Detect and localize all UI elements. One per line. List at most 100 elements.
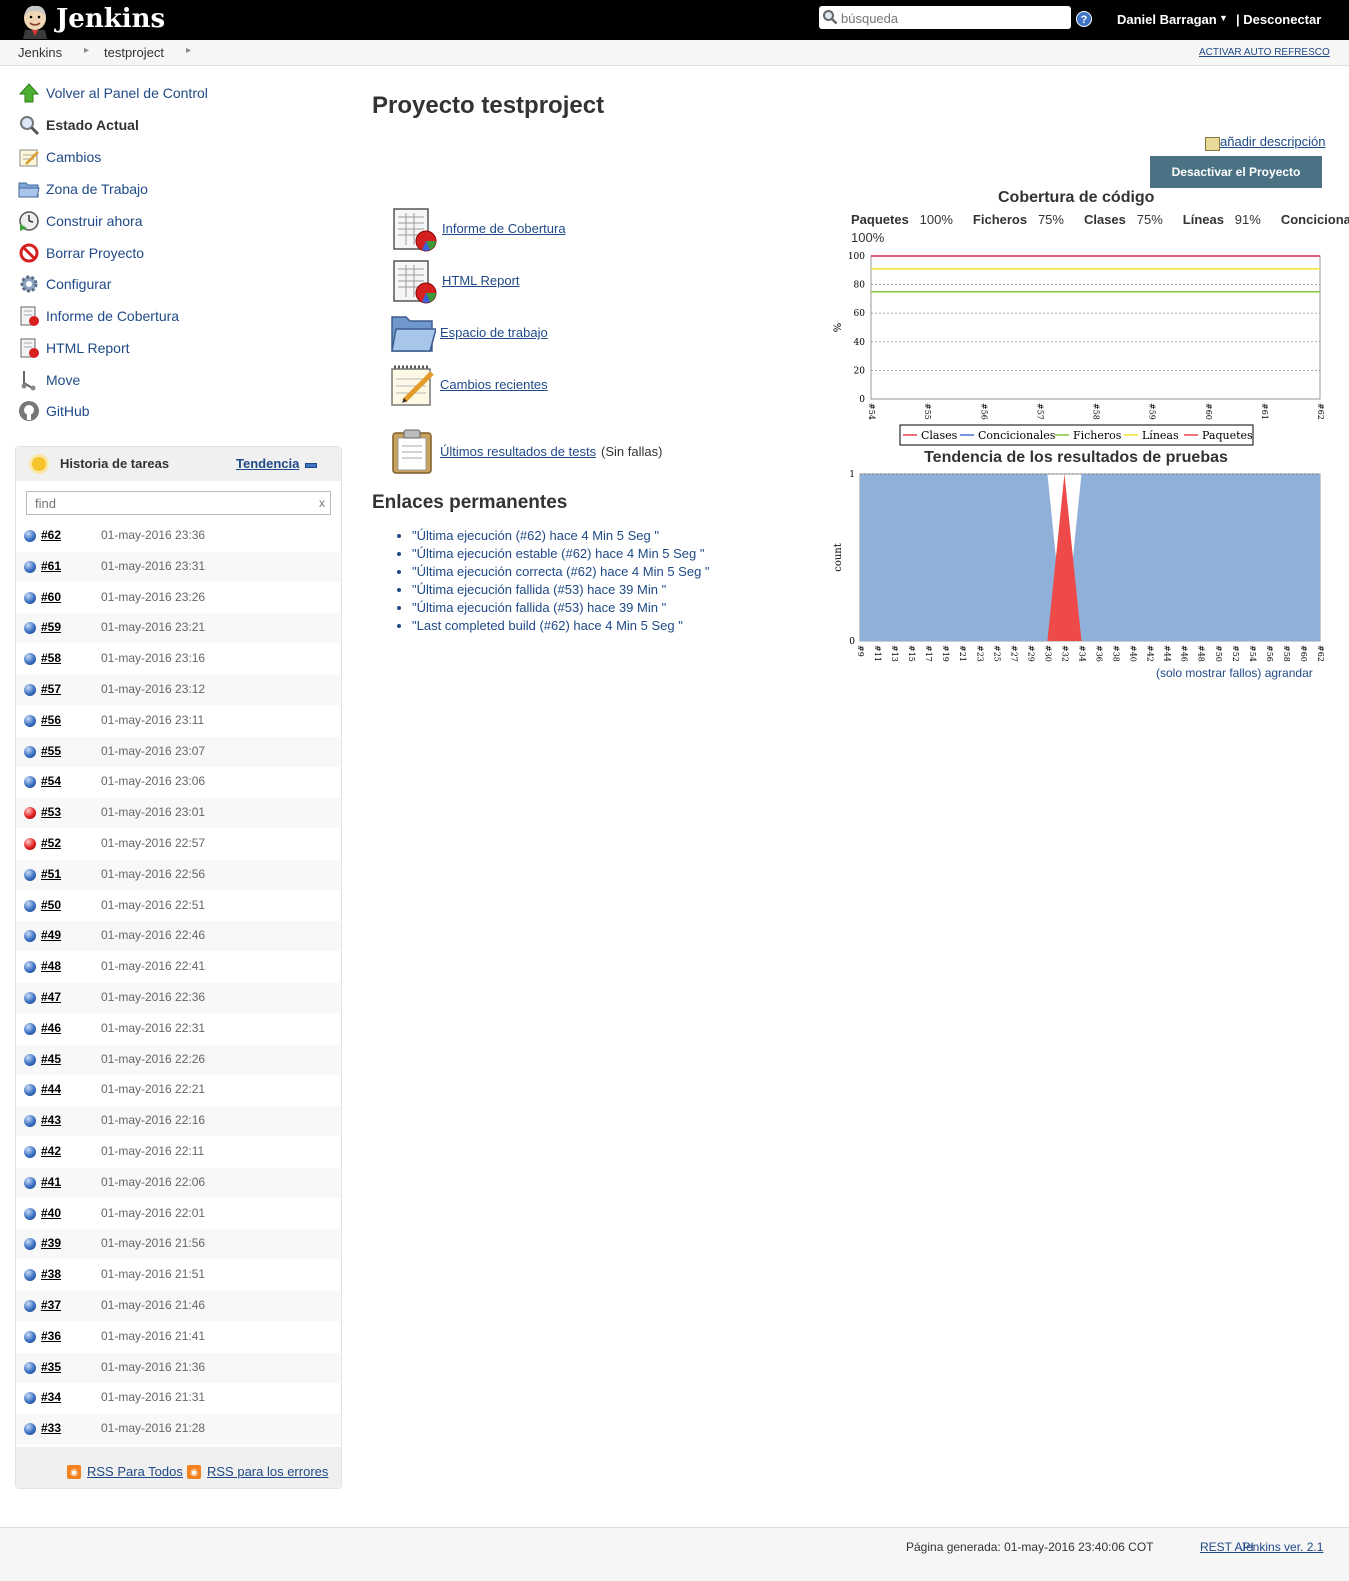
build-row[interactable]: #34 01-may-2016 21:31 [16, 1383, 341, 1413]
build-number-link[interactable]: #35 [41, 1360, 61, 1374]
build-row[interactable]: #44 01-may-2016 22:21 [16, 1075, 341, 1105]
main-link-label[interactable]: Cambios recientes [440, 377, 548, 392]
search-input[interactable] [839, 8, 1068, 28]
collapse-icon[interactable] [305, 463, 317, 468]
build-row[interactable]: #40 01-may-2016 22:01 [16, 1199, 341, 1229]
build-number-link[interactable]: #46 [41, 1021, 61, 1035]
build-number-link[interactable]: #57 [41, 682, 61, 696]
build-row[interactable]: #50 01-may-2016 22:51 [16, 891, 341, 921]
main-link-label[interactable]: HTML Report [442, 273, 520, 288]
permalink[interactable]: "Última ejecución estable (#62) hace 4 M… [412, 546, 705, 561]
rss-failures-link[interactable]: RSS para los errores [207, 1464, 328, 1479]
build-row[interactable]: #35 01-may-2016 21:36 [16, 1352, 341, 1383]
breadcrumb-chevron-icon[interactable]: ▸ [84, 45, 89, 56]
build-row[interactable]: #39 01-may-2016 21:56 [16, 1229, 341, 1260]
test-trend-chart[interactable]: Tendencia de los resultados de pruebas 0 1… [829, 444, 1329, 666]
build-number-link[interactable]: #55 [41, 744, 61, 758]
build-number-link[interactable]: #56 [41, 713, 61, 727]
rss-all-link[interactable]: RSS Para Todos [87, 1464, 183, 1479]
build-number-link[interactable]: #62 [41, 528, 61, 542]
build-row[interactable]: #61 01-may-2016 23:31 [16, 551, 341, 582]
task-label[interactable]: Cambios [46, 149, 101, 165]
build-row[interactable]: #53 01-may-2016 23:01 [16, 798, 341, 829]
build-number-link[interactable]: #52 [41, 836, 61, 850]
task-label[interactable]: Configurar [46, 276, 111, 292]
chevron-down-icon[interactable]: ▼ [1219, 13, 1228, 23]
build-row[interactable]: #36 01-may-2016 21:41 [16, 1322, 341, 1352]
trend-link[interactable]: Tendencia [236, 456, 299, 471]
breadcrumb-chevron-icon[interactable]: ▸ [186, 45, 191, 56]
build-row[interactable]: #45 01-may-2016 22:26 [16, 1044, 341, 1075]
build-number-link[interactable]: #53 [41, 805, 61, 819]
build-number-link[interactable]: #60 [41, 590, 61, 604]
breadcrumb-project[interactable]: testproject [104, 45, 164, 60]
build-row[interactable]: #57 01-may-2016 23:12 [16, 675, 341, 705]
add-description-link[interactable]: añadir descripción [1206, 134, 1326, 149]
logo-text[interactable]: Jenkins [56, 4, 165, 34]
only-failures-link[interactable]: (solo mostrar fallos) [1156, 666, 1261, 680]
jenkins-logo[interactable] [18, 3, 52, 39]
task-label[interactable]: GitHub [46, 403, 90, 419]
build-row[interactable]: #33 01-may-2016 21:28 [16, 1414, 341, 1445]
build-number-link[interactable]: #43 [41, 1113, 61, 1127]
rss-icon[interactable]: ◉ [67, 1465, 81, 1479]
build-number-link[interactable]: #41 [41, 1175, 61, 1189]
build-row[interactable]: #60 01-may-2016 23:26 [16, 583, 341, 613]
build-row[interactable]: #51 01-may-2016 22:56 [16, 859, 341, 890]
build-row[interactable]: #52 01-may-2016 22:57 [16, 829, 341, 859]
search-box[interactable] [819, 6, 1071, 29]
breadcrumb-jenkins[interactable]: Jenkins [18, 45, 62, 60]
build-number-link[interactable]: #39 [41, 1236, 61, 1250]
build-number-link[interactable]: #58 [41, 651, 61, 665]
build-number-link[interactable]: #38 [41, 1267, 61, 1281]
build-number-link[interactable]: #42 [41, 1144, 61, 1158]
task-label[interactable]: Construir ahora [46, 213, 143, 229]
task-label[interactable]: Estado Actual [46, 117, 139, 133]
build-number-link[interactable]: #34 [41, 1390, 61, 1404]
jenkins-version-link[interactable]: Jenkins ver. 2.1 [1240, 1540, 1323, 1554]
build-number-link[interactable]: #51 [41, 867, 61, 881]
build-number-link[interactable]: #36 [41, 1329, 61, 1343]
build-row[interactable]: #58 01-may-2016 23:16 [16, 644, 341, 674]
coverage-chart[interactable]: 0 20 40 60 80 100% #54 #55 #56 #57 #58 #59 #60 #61 #62… [829, 246, 1329, 448]
rss-icon[interactable]: ◉ [187, 1465, 201, 1479]
task-label[interactable]: HTML Report [46, 340, 130, 356]
task-label[interactable]: Volver al Panel de Control [46, 85, 208, 101]
permalink[interactable]: "Last completed build (#62) hace 4 Min 5… [412, 618, 683, 633]
build-row[interactable]: #49 01-may-2016 22:46 [16, 921, 341, 952]
clear-icon[interactable]: x [319, 496, 325, 510]
build-number-link[interactable]: #48 [41, 959, 61, 973]
build-row[interactable]: #46 01-may-2016 22:31 [16, 1014, 341, 1044]
build-number-link[interactable]: #33 [41, 1421, 61, 1435]
build-number-link[interactable]: #59 [41, 620, 61, 634]
build-row[interactable]: #42 01-may-2016 22:11 [16, 1137, 341, 1167]
main-link-label[interactable]: Espacio de trabajo [440, 325, 548, 340]
build-number-link[interactable]: #50 [41, 898, 61, 912]
build-row[interactable]: #59 01-may-2016 23:21 [16, 613, 341, 644]
build-row[interactable]: #54 01-may-2016 23:06 [16, 767, 341, 797]
build-filter-input[interactable] [33, 495, 307, 512]
main-link-label[interactable]: Últimos resultados de tests [440, 444, 596, 459]
help-icon[interactable]: ? [1076, 11, 1092, 27]
build-number-link[interactable]: #49 [41, 928, 61, 942]
build-row[interactable]: #55 01-may-2016 23:07 [16, 736, 341, 767]
build-number-link[interactable]: #45 [41, 1052, 61, 1066]
main-link-label[interactable]: Informe de Cobertura [442, 221, 566, 236]
task-label[interactable]: Informe de Cobertura [46, 308, 179, 324]
build-number-link[interactable]: #61 [41, 559, 61, 573]
build-row[interactable]: #56 01-may-2016 23:11 [16, 706, 341, 736]
build-number-link[interactable]: #37 [41, 1298, 61, 1312]
permalink[interactable]: "Última ejecución fallida (#53) hace 39 … [412, 600, 666, 615]
build-row[interactable]: #48 01-may-2016 22:41 [16, 952, 341, 982]
build-number-link[interactable]: #40 [41, 1206, 61, 1220]
build-filter[interactable]: x [26, 491, 331, 515]
build-row[interactable]: #47 01-may-2016 22:36 [16, 983, 341, 1013]
build-row[interactable]: #37 01-may-2016 21:46 [16, 1291, 341, 1321]
build-number-link[interactable]: #54 [41, 774, 61, 788]
logout-link[interactable]: | Desconectar [1236, 12, 1321, 27]
task-label[interactable]: Zona de Trabajo [46, 181, 148, 197]
build-row[interactable]: #62 01-may-2016 23:36 [16, 521, 341, 551]
task-label[interactable]: Move [46, 372, 80, 388]
build-number-link[interactable]: #47 [41, 990, 61, 1004]
permalink[interactable]: "Última ejecución fallida (#53) hace 39 … [412, 582, 666, 597]
